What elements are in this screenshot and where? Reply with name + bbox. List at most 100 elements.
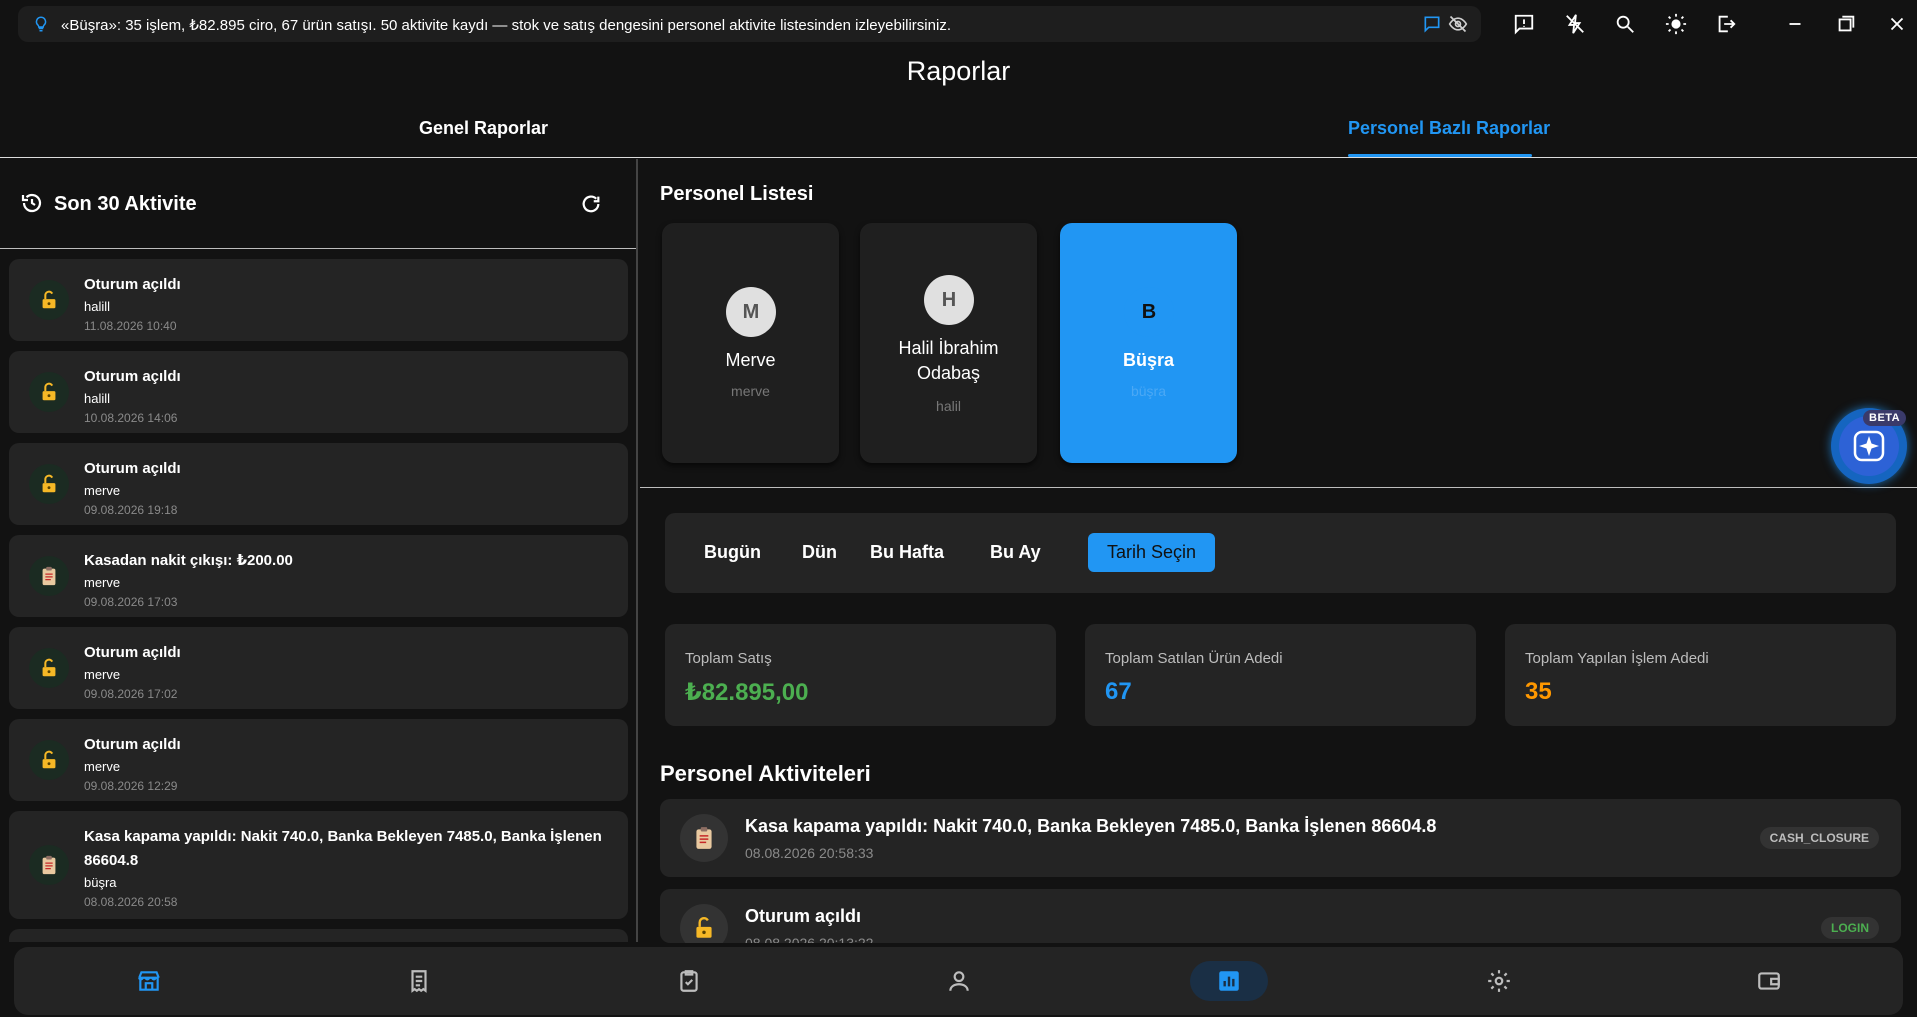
staff-name: Merve: [725, 350, 776, 370]
nav-user[interactable]: [920, 961, 998, 1001]
stat-label: Toplam Satış: [685, 650, 772, 667]
activity-type-badge: CASH_CLOSURE: [1759, 827, 1879, 849]
nav-wallet[interactable]: [1730, 961, 1808, 1001]
personnel-activity-text: Oturum açıldı: [745, 906, 862, 926]
date-filter-this-month[interactable]: Bu Ay: [971, 533, 1060, 572]
activity-title: Kasa kapama yapıldı: Nakit 740.0, Banka …: [84, 828, 602, 869]
history-icon: [21, 193, 42, 213]
activity-item[interactable]: Oturum açıldı halill 10.08.2026 14:06: [9, 351, 628, 433]
eye-off-icon[interactable]: [1448, 14, 1468, 34]
info-message: «Büşra»: 35 işlem, ₺82.895 ciro, 67 ürün…: [61, 17, 951, 34]
clipboard-icon: [29, 845, 69, 885]
activity-title: Kasadan nakit çıkışı: ₺200.00: [84, 552, 293, 569]
active-tab-indicator: [1348, 154, 1532, 157]
staff-card-merve[interactable]: M Merve merve: [662, 223, 839, 463]
tab-staff-reports[interactable]: Personel Bazlı Raporlar: [1348, 118, 1550, 139]
staff-name: Büşra: [1122, 350, 1175, 370]
activity-item[interactable]: Kasadan nakit çıkışı: ₺200.00 merve 09.08.…: [9, 535, 628, 617]
activity-item[interactable]: [9, 929, 628, 942]
staff-username: büşra: [1130, 383, 1167, 399]
stat-value: ₺82.895,00: [685, 679, 809, 706]
activity-title: Oturum açıldı: [84, 276, 181, 293]
stat-value: 67: [1105, 678, 1132, 705]
refresh-icon[interactable]: [580, 193, 602, 215]
activity-user: büşra: [84, 875, 117, 890]
activity-date: 09.08.2026 17:03: [84, 595, 178, 609]
activity-item[interactable]: Oturum açıldı merve 09.08.2026 17:02: [9, 627, 628, 709]
gear-icon: [1486, 968, 1512, 994]
comment-icon[interactable]: [1422, 14, 1442, 34]
report-tabs: Genel Raporlar Personel Bazlı Raporlar: [0, 108, 1917, 158]
staff-name: Halil İbrahim Odabaş: [898, 338, 999, 383]
personnel-activity-text: Kasa kapama yapıldı: Nakit 740.0, Banka …: [745, 816, 1437, 836]
personnel-activity-date: 08.08.2026 20:13:22: [745, 935, 874, 943]
activity-item[interactable]: Oturum açıldı merve 09.08.2026 19:18: [9, 443, 628, 525]
staff-list-title: Personel Listesi: [660, 183, 814, 205]
sparkle-icon: [1853, 430, 1885, 462]
lock-open-icon: [29, 648, 69, 688]
sun-icon[interactable]: [1664, 12, 1688, 36]
search-user-icon[interactable]: [1613, 12, 1637, 36]
date-filter-bar: Bugün Dün Bu Hafta Bu Ay Tarih Seçin: [665, 513, 1896, 593]
personnel-activity-item[interactable]: Oturum açıldı 08.08.2026 20:13:22 LOGIN: [660, 889, 1901, 943]
bottom-navigation: [14, 947, 1903, 1015]
nav-tasks[interactable]: [650, 961, 728, 1001]
nav-reports[interactable]: [1190, 961, 1268, 1001]
activity-item[interactable]: Oturum açıldı halill 11.08.2026 10:40: [9, 259, 628, 341]
stat-products-sold: Toplam Satılan Ürün Adedi 67: [1085, 624, 1476, 726]
stat-label: Toplam Yapılan İşlem Adedi: [1525, 650, 1709, 667]
staff-list-section: Personel Listesi M Merve merve H Halil İbrah…: [640, 159, 1917, 488]
activity-date: 09.08.2026 19:18: [84, 503, 178, 517]
beta-badge: BETA: [1863, 410, 1907, 426]
date-filter-pick-date[interactable]: Tarih Seçin: [1088, 533, 1216, 572]
personnel-activities-title: Personel Aktiviteleri: [660, 761, 871, 786]
staff-card-büşra[interactable]: B Büşra büşra: [1060, 223, 1237, 463]
avatar: M: [726, 287, 776, 337]
date-filter-this-week[interactable]: Bu Hafta: [851, 533, 963, 572]
feedback-icon[interactable]: [1512, 12, 1536, 36]
personnel-activity-date: 08.08.2026 20:58:33: [745, 845, 874, 861]
minimize-icon[interactable]: [1783, 12, 1807, 36]
lock-open-icon: [29, 464, 69, 504]
lightbulb-icon: [35, 16, 47, 32]
activity-title: Oturum açıldı: [84, 368, 181, 385]
info-banner: «Büşra»: 35 işlem, ₺82.895 ciro, 67 ürün…: [18, 6, 1481, 42]
avatar: H: [924, 275, 974, 325]
activity-item[interactable]: Oturum açıldı merve 09.08.2026 12:29: [9, 719, 628, 801]
personnel-activity-item[interactable]: Kasa kapama yapıldı: Nakit 740.0, Banka …: [660, 799, 1901, 877]
lock-open-icon: [29, 372, 69, 412]
activity-user: merve: [84, 667, 121, 682]
nav-receipt[interactable]: [380, 961, 458, 1001]
flash-off-icon[interactable]: [1563, 12, 1587, 36]
staff-report-panel: Personel Listesi M Merve merve H Halil İbrah…: [640, 159, 1917, 943]
close-icon[interactable]: [1885, 12, 1909, 36]
lock-open-icon: [680, 904, 728, 943]
activity-date: 11.08.2026 10:40: [84, 319, 177, 333]
page-title: Raporlar: [906, 56, 1011, 86]
lock-open-icon: [29, 280, 69, 320]
activity-title: Oturum açıldı: [84, 460, 181, 477]
app-window: «Büşra»: 35 işlem, ₺82.895 ciro, 67 ürün…: [0, 0, 1917, 1017]
staff-username: halil: [936, 398, 961, 414]
stat-label: Toplam Satılan Ürün Adedi: [1105, 650, 1283, 667]
maximize-icon[interactable]: [1834, 12, 1858, 36]
activity-type-badge: LOGIN: [1821, 917, 1879, 939]
nav-settings[interactable]: [1460, 961, 1538, 1001]
logout-icon[interactable]: [1714, 12, 1738, 36]
nav-store[interactable]: [110, 961, 188, 1001]
activity-date: 09.08.2026 12:29: [84, 779, 178, 793]
date-filter-today[interactable]: Bugün: [685, 533, 780, 572]
date-filter-yesterday[interactable]: Dün: [783, 533, 856, 572]
staff-username: merve: [731, 383, 770, 399]
staff-card-halil[interactable]: H Halil İbrahim Odabaş halil: [860, 223, 1037, 463]
stat-value: 35: [1525, 678, 1552, 705]
stat-total-sales: Toplam Satış ₺82.895,00: [665, 624, 1056, 726]
tab-general-reports[interactable]: Genel Raporlar: [419, 118, 548, 139]
top-bar: «Büşra»: 35 işlem, ₺82.895 ciro, 67 ürün…: [0, 0, 1917, 48]
activity-user: merve: [84, 483, 121, 498]
recent-activity-header: Son 30 Aktivite: [0, 159, 636, 249]
recent-activity-panel: Son 30 Aktivite Oturum açıldı halill 11.08…: [0, 159, 638, 942]
recent-activity-title: Son 30 Aktivite: [54, 193, 197, 215]
activity-item[interactable]: Kasa kapama yapıldı: Nakit 740.0, Banka …: [9, 811, 628, 919]
activity-date: 08.08.2026 20:58: [84, 895, 178, 909]
